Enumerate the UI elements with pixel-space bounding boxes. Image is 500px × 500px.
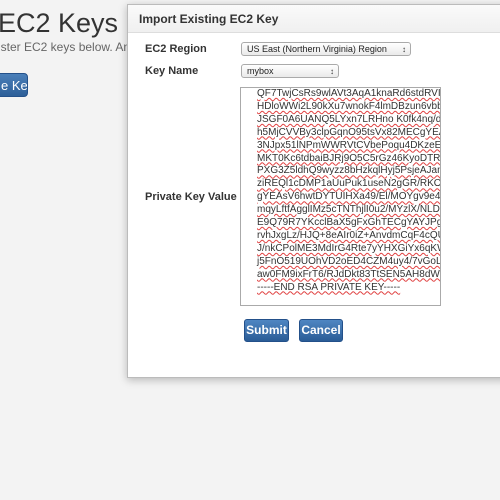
key-name-select[interactable]: mybox ↕ [241, 64, 339, 78]
updown-chevron-icon: ↕ [330, 67, 334, 76]
cancel-button[interactable]: Cancel [299, 319, 343, 342]
key-line: aw0FM9ixFrT6/RJdDkt83TtSEN5AH8dWGyyc [257, 268, 440, 280]
key-line: E9Q79R7YKcclBaX5gFxGhTECgYAYJPg2949k3 [257, 217, 440, 229]
page: EC2 Keys ister EC2 keys below. An E e Ke… [0, 0, 500, 500]
dialog-header: Import Existing EC2 Key [128, 5, 500, 33]
key-line: -----END RSA PRIVATE KEY----- [257, 281, 401, 293]
key-line: QF7TwjCsRs9wlAVt3AqA1knaRd6stdRVIA/P5 [257, 88, 441, 99]
key-name-label: Key Name [145, 65, 199, 77]
region-select[interactable]: US East (Northern Virginia) Region ↕ [241, 42, 411, 56]
key-line: JSGF0A6UANQ5LYxn7LRHno K0fk4nq/dkRLN [257, 113, 441, 125]
key-line: ziREQl1cDMP1aUuPuk1useN2gGR/RKOre6+ [257, 178, 441, 190]
key-line: 3NJpx51lNPmWWRVtCVbePoqu4DKzeEFRa+ [257, 139, 441, 151]
key-line: MKT0Kc6tdbaiBJRj9O5C5rGz46KyoDTRQ7Kv [257, 152, 441, 164]
private-key-label: Private Key Value [145, 191, 237, 203]
updown-chevron-icon: ↕ [402, 45, 406, 54]
dialog-title: Import Existing EC2 Key [139, 12, 279, 26]
import-key-dialog: Import Existing EC2 Key EC2 Region US Ea… [127, 4, 500, 378]
key-line: rvhJxgLz/HJQ+8eAIr0iZ+AnvdmCqF4cQU3WY [257, 229, 440, 241]
region-label: EC2 Region [145, 43, 207, 55]
key-line: J/nkCPolME3MdIrG4Rte7yYHXGiYx6qKWddn [257, 242, 440, 254]
key-line: gYEAsV6hwtDYTUIHXa49/El/MOYgv9e4FvHu [257, 191, 441, 203]
key-line: j5FnO519UOhVD2oED4CZM4uy4/7vGoLDTo [257, 255, 441, 267]
submit-button[interactable]: Submit [244, 319, 289, 342]
key-name-select-value: mybox [247, 66, 274, 76]
region-select-value: US East (Northern Virginia) Region [247, 44, 387, 54]
key-line: h5MjCVVBy3clpGqnO95tsVx82MECgYEAn6E [257, 126, 440, 138]
key-line: PXG3Z5ldhQ9wyzz8bHzkqlHyj5PsjeAJam2Pt [257, 165, 441, 177]
private-key-textarea[interactable]: QF7TwjCsRs9wlAVt3AqA1knaRd6stdRVIA/P5 HD… [240, 87, 441, 306]
key-line: HDloWWi2L90kXu7wnokF4lmDBzun6vbbZi0 [257, 100, 441, 112]
key-line: mqyLftfAgglIMz5cTNThjlI0u2/MYzlX/NLDBfD [257, 204, 441, 216]
